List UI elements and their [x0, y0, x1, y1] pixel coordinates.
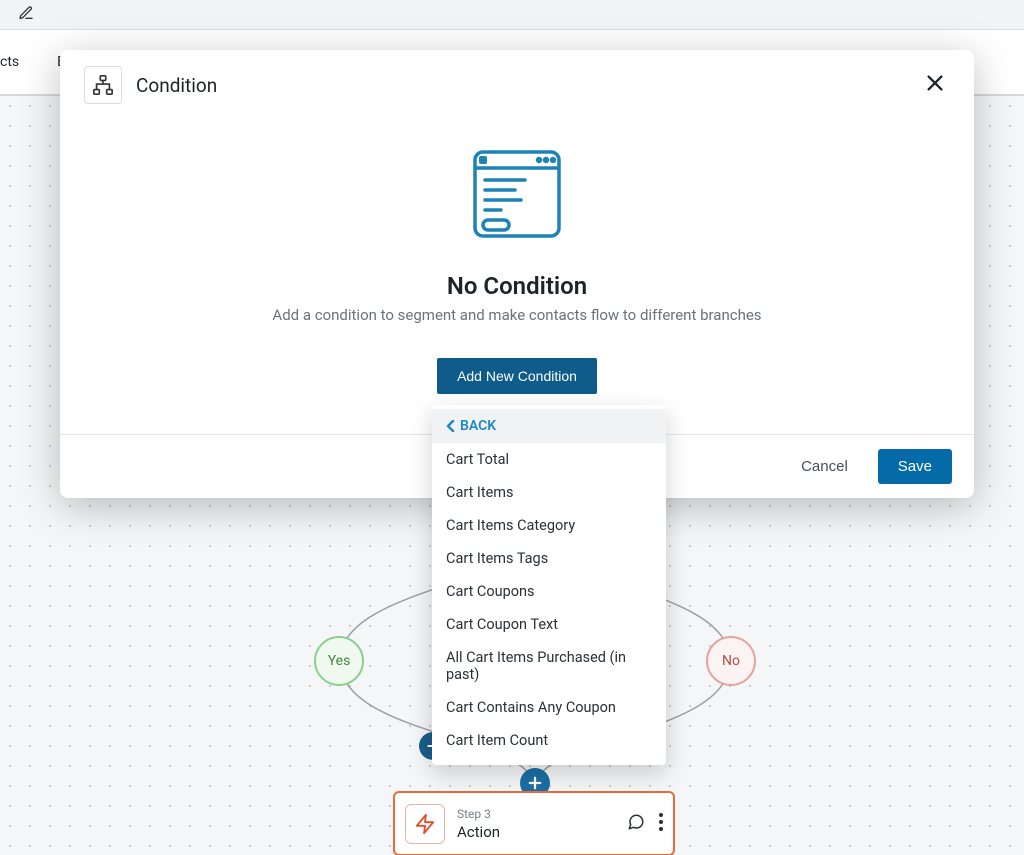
modal-body: No Condition Add a condition to segment … [60, 120, 974, 434]
action-step-card[interactable]: Step 3 Action [393, 791, 675, 855]
dropdown-item-cart-tags[interactable]: Cart Items Tags [432, 542, 666, 575]
edit-icon[interactable] [18, 5, 34, 25]
empty-state-title: No Condition [447, 272, 587, 300]
dropdown-item-cart-items[interactable]: Cart Items [432, 476, 666, 509]
decision-no-node[interactable]: No [706, 636, 756, 686]
condition-empty-illustration-icon [467, 144, 567, 248]
add-condition-button[interactable]: Add New Condition [437, 358, 597, 394]
dropdown-item-cart-coupon-text[interactable]: Cart Coupon Text [432, 608, 666, 641]
modal-header: Condition [60, 50, 974, 120]
dropdown-back-label: BACK [460, 418, 496, 434]
empty-state-subtitle: Add a condition to segment and make cont… [272, 306, 761, 324]
condition-type-dropdown: BACK Cart Total Cart Items Cart Items Ca… [432, 405, 666, 765]
header-strip [0, 0, 1024, 30]
decision-yes-label: Yes [328, 653, 351, 669]
save-button[interactable]: Save [878, 449, 952, 484]
dropdown-item-contains-coupon[interactable]: Cart Contains Any Coupon [432, 691, 666, 724]
tab-partial-1[interactable]: cts [0, 54, 27, 70]
modal-title: Condition [136, 74, 217, 97]
close-button[interactable] [920, 68, 950, 102]
comment-icon[interactable] [627, 813, 645, 835]
action-step-number-label: Step 3 [457, 807, 500, 821]
action-step-title: Action [457, 823, 500, 841]
dropdown-item-cart-coupons[interactable]: Cart Coupons [432, 575, 666, 608]
condition-icon [84, 66, 122, 104]
dropdown-item-cart-item-count[interactable]: Cart Item Count [432, 724, 666, 757]
dropdown-item-all-purchased[interactable]: All Cart Items Purchased (in past) [432, 641, 666, 691]
action-step-text: Step 3 Action [457, 807, 500, 841]
decision-yes-node[interactable]: Yes [314, 636, 364, 686]
dropdown-item-cart-total[interactable]: Cart Total [432, 443, 666, 476]
lightning-icon [405, 804, 445, 844]
dropdown-back-button[interactable]: BACK [432, 409, 666, 443]
cancel-button[interactable]: Cancel [795, 457, 854, 476]
more-icon[interactable] [659, 813, 663, 835]
decision-no-label: No [722, 653, 740, 669]
chevron-left-icon [446, 420, 456, 432]
dropdown-item-cart-category[interactable]: Cart Items Category [432, 509, 666, 542]
